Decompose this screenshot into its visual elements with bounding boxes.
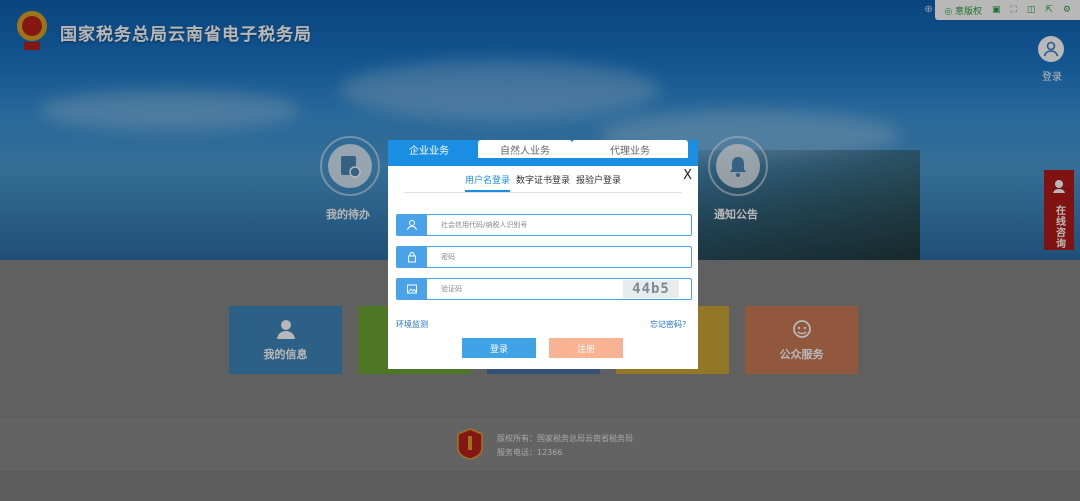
captcha-image[interactable]: 44b5 [623, 280, 679, 298]
tab-username-login[interactable]: 用户名登录 [464, 173, 510, 192]
login-modal: 企业业务 自然人业务 代理业务 X 用户名登录 数字证书登录 报验户登录 社会信… [388, 140, 698, 369]
password-field[interactable]: 密码 [396, 246, 692, 268]
account-input[interactable]: 社会信用代码/纳税人识别号 [441, 220, 527, 230]
tab-individual[interactable]: 自然人业务 [478, 140, 572, 158]
password-input[interactable]: 密码 [441, 252, 455, 262]
register-button[interactable]: 注册 [549, 338, 623, 358]
modal-tabs: 企业业务 自然人业务 代理业务 [388, 140, 698, 166]
user-icon [407, 220, 417, 231]
login-button[interactable]: 登录 [462, 338, 536, 358]
tab-certificate-login[interactable]: 数字证书登录 [516, 173, 570, 192]
forgot-password-link[interactable]: 忘记密码？ [650, 319, 690, 330]
login-method-tabs: 用户名登录 数字证书登录 报验户登录 [388, 173, 698, 192]
env-check-link[interactable]: 环境监测 [396, 319, 428, 330]
tab-enterprise[interactable]: 企业业务 [392, 140, 466, 158]
divider [404, 192, 682, 193]
tab-inspection-login[interactable]: 报验户登录 [576, 173, 621, 192]
account-field[interactable]: 社会信用代码/纳税人识别号 [396, 214, 692, 236]
image-icon [407, 284, 417, 294]
captcha-field[interactable]: 验证码 44b5 [396, 278, 692, 300]
captcha-input[interactable]: 验证码 [441, 284, 462, 294]
lock-icon [408, 252, 416, 263]
tab-agent[interactable]: 代理业务 [572, 140, 688, 158]
